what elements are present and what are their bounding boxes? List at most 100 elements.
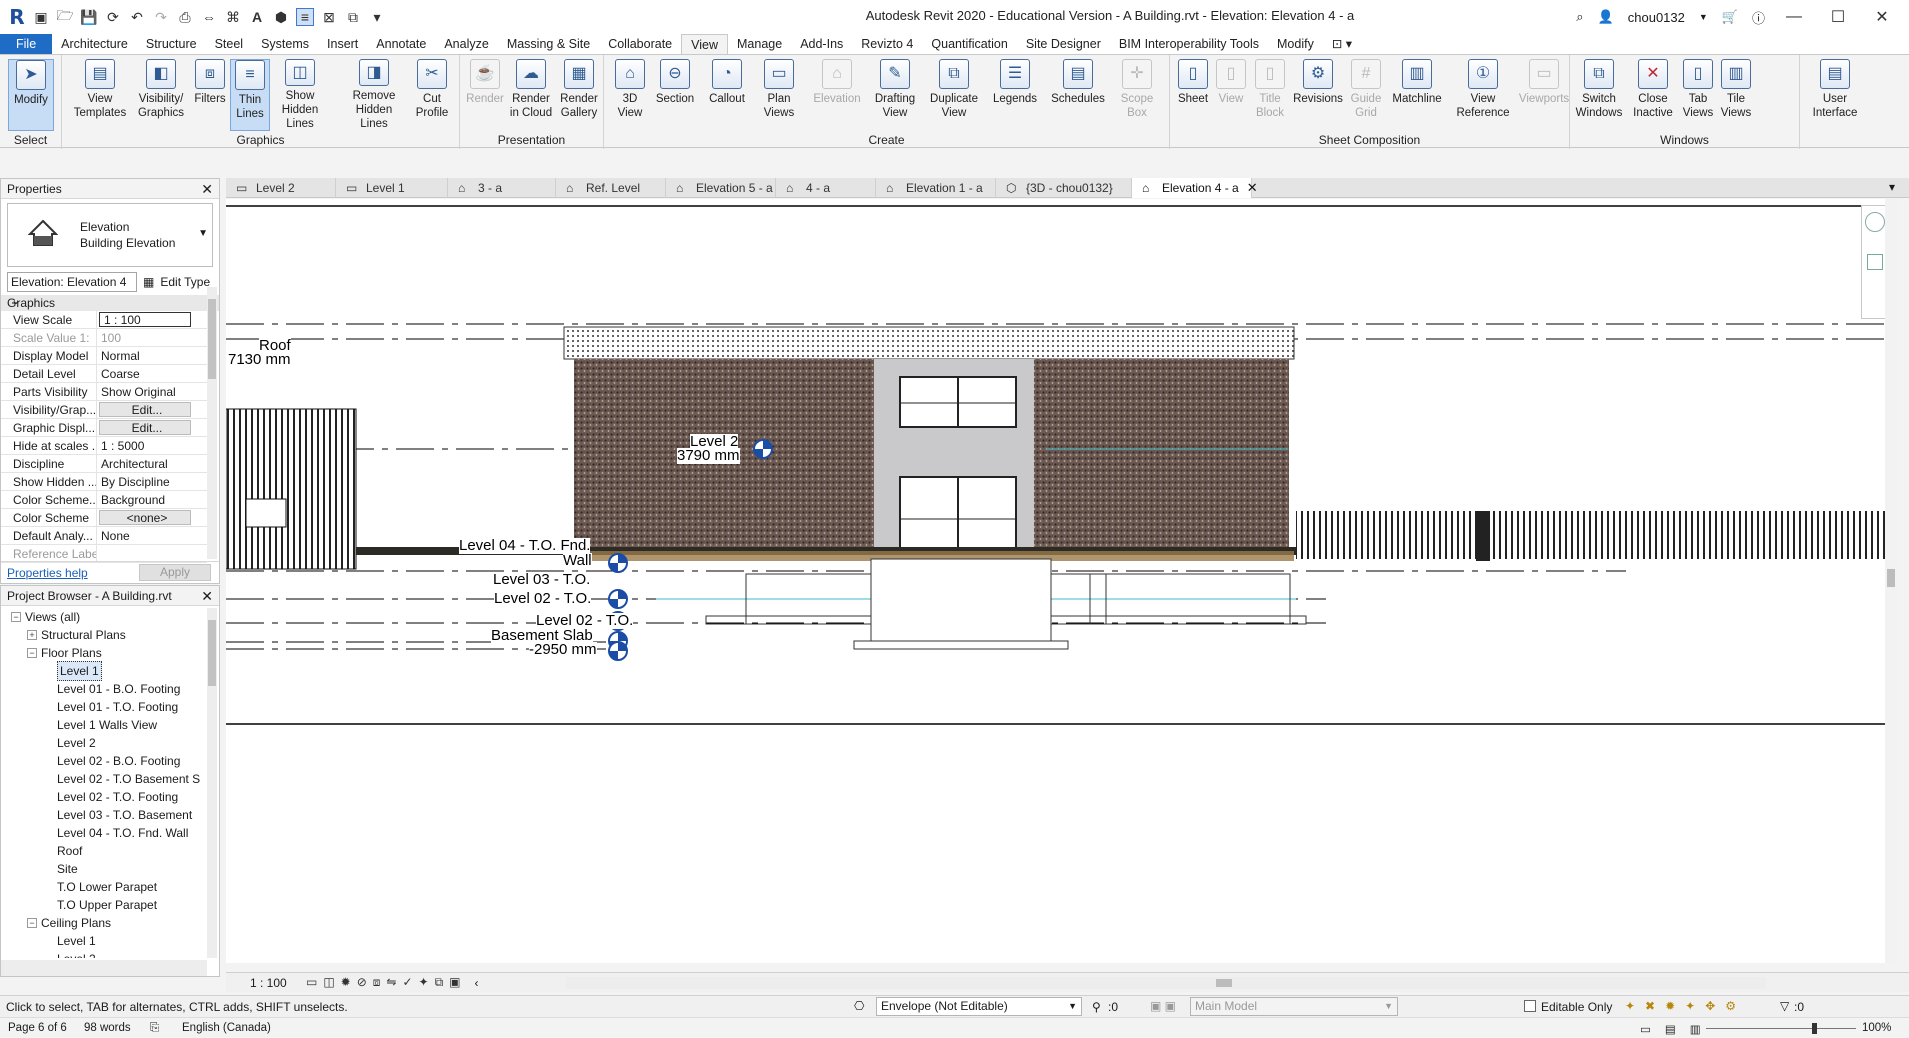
property-row[interactable]: Detail Level Coarse xyxy=(1,365,207,383)
tag-icon[interactable]: ⌘ xyxy=(224,8,242,26)
callout-button[interactable]: ◔ Callout xyxy=(704,59,750,131)
property-row[interactable]: Default Analy... None xyxy=(1,527,207,545)
property-value[interactable]: Show Original xyxy=(97,383,189,400)
close-icon[interactable]: ✕ xyxy=(1247,180,1258,195)
chevron-down-icon[interactable]: ▼ xyxy=(198,228,208,239)
browser-node[interactable]: Level 02 - B.O. Footing xyxy=(1,752,207,770)
view-mode-icons[interactable]: ▭▤▥ xyxy=(1640,1022,1715,1036)
workset-select[interactable]: Envelope (Not Editable) ▼ xyxy=(876,997,1082,1016)
word-count[interactable]: 98 words xyxy=(84,1022,131,1034)
user-name[interactable]: chou0132 xyxy=(1628,10,1685,25)
browser-node[interactable]: Level 01 - T.O. Footing xyxy=(1,698,207,716)
customize-icon[interactable]: ▾ xyxy=(368,8,386,26)
property-row[interactable]: Display Model Normal xyxy=(1,347,207,365)
cut-profile-button[interactable]: ✂ Cut Profile xyxy=(410,59,454,131)
property-value[interactable]: 1 : 5000 xyxy=(97,437,189,454)
user-interface-button[interactable]: ▤ User Interface xyxy=(1808,59,1862,131)
browser-node[interactable]: − Views (all) xyxy=(1,608,207,626)
select-group-label[interactable]: Select xyxy=(0,133,61,147)
visibility-graphics-button[interactable]: ◧ Visibility/ Graphics xyxy=(134,59,188,131)
property-row[interactable]: Color Scheme... Background xyxy=(1,491,207,509)
text-icon[interactable]: A xyxy=(248,8,266,26)
property-value[interactable]: Normal xyxy=(97,347,189,364)
print-icon[interactable]: ⎙ xyxy=(176,8,194,26)
property-row[interactable]: View Scale 1 : 100 xyxy=(1,311,207,329)
tab-analyze[interactable]: Analyze xyxy=(435,34,497,54)
view-tab[interactable]: ⌂ Elevation 5 - a xyxy=(666,178,776,198)
property-row[interactable]: Show Hidden ... By Discipline xyxy=(1,473,207,491)
tabs-menu-icon[interactable]: ▾ xyxy=(1889,180,1895,194)
redo-icon[interactable]: ↷ xyxy=(152,8,170,26)
view-button[interactable]: ▯ View xyxy=(1214,59,1248,131)
tab-architecture[interactable]: Architecture xyxy=(52,34,137,54)
title-block-button[interactable]: ▯ Title Block xyxy=(1250,59,1290,131)
level2-elevation[interactable]: 3790 mm xyxy=(677,448,740,464)
zoom-slider-thumb[interactable] xyxy=(1812,1023,1817,1034)
browser-node[interactable]: Level 04 - T.O. Fnd. Wall xyxy=(1,824,207,842)
open-icon[interactable]: 🗁 xyxy=(56,7,74,26)
help-icon[interactable]: ⓘ xyxy=(1752,8,1765,27)
property-value[interactable]: <none> xyxy=(99,510,191,525)
browser-node[interactable]: Roof xyxy=(1,842,207,860)
design-option-icon[interactable]: ▣ ▣ xyxy=(1150,999,1176,1013)
type-selector[interactable]: Elevation Building Elevation ▼ xyxy=(7,203,213,267)
view-tab[interactable]: ▭ Level 1 xyxy=(336,178,448,198)
browser-node[interactable]: Level 1 Walls View xyxy=(1,716,207,734)
view-tab[interactable]: ⌂ Ref. Level xyxy=(556,178,666,198)
collapse-icon[interactable]: − xyxy=(27,918,37,928)
filters-button[interactable]: ⧈ Filters xyxy=(190,59,230,131)
tab-quantification[interactable]: Quantification xyxy=(922,34,1016,54)
property-value[interactable]: 100 xyxy=(97,329,189,346)
chevron-left-icon[interactable]: ‹ xyxy=(475,976,479,990)
view-tab[interactable]: ⌂ Elevation 1 - a xyxy=(876,178,996,198)
browser-node[interactable]: T.O Upper Parapet xyxy=(1,896,207,914)
render-button[interactable]: ☕ Render xyxy=(464,59,506,131)
property-row[interactable]: Scale Value 1: 100 xyxy=(1,329,207,347)
property-value[interactable]: None xyxy=(97,527,189,544)
steering-wheel-icon[interactable] xyxy=(1865,212,1885,232)
measure-icon[interactable]: ⇔ xyxy=(200,8,218,26)
binoculars-icon[interactable]: ⌕ xyxy=(1576,9,1583,25)
browser-node[interactable]: + Structural Plans xyxy=(1,626,207,644)
browser-node[interactable]: − Ceiling Plans xyxy=(1,914,207,932)
expand-icon[interactable]: + xyxy=(27,630,37,640)
property-row[interactable]: Discipline Architectural xyxy=(1,455,207,473)
property-row[interactable]: Visibility/Grap... Edit... xyxy=(1,401,207,419)
browser-scrollbar[interactable] xyxy=(207,608,217,958)
zoom-icon[interactable] xyxy=(1867,254,1883,270)
close-icon[interactable]: ✕ xyxy=(201,586,213,606)
tab-insert[interactable]: Insert xyxy=(318,34,367,54)
close-icon[interactable]: ✕ xyxy=(201,179,213,199)
design-options-icon[interactable]: ⚲ xyxy=(1092,1000,1101,1014)
tab-bim-interoperability-tools[interactable]: BIM Interoperability Tools xyxy=(1110,34,1268,54)
workset-icon[interactable]: ⎔ xyxy=(854,999,864,1013)
page-indicator[interactable]: Page 6 of 6 xyxy=(8,1022,67,1034)
undo-icon[interactable]: ↶ xyxy=(128,8,146,26)
properties-scroll-thumb[interactable] xyxy=(208,299,216,379)
design-option-select[interactable]: Main Model ▼ xyxy=(1190,997,1398,1016)
revisions-button[interactable]: ⚙ Revisions xyxy=(1292,59,1344,131)
section-button[interactable]: ⊖ Section xyxy=(652,59,698,131)
property-value[interactable]: By Discipline xyxy=(97,473,189,490)
canvas-hscroll-thumb[interactable] xyxy=(1216,979,1232,987)
view-tab[interactable]: ⬡ {3D - chou0132} xyxy=(996,178,1132,198)
browser-node[interactable]: Level 02 - T.O. Footing xyxy=(1,788,207,806)
property-row[interactable]: Color Scheme <none> xyxy=(1,509,207,527)
basement-slab-elevation[interactable]: -2950 mm xyxy=(529,642,597,658)
property-value[interactable]: 1 : 100 xyxy=(99,312,191,327)
guide-grid-button[interactable]: # Guide Grid xyxy=(1346,59,1386,131)
close-button[interactable]: ✕ xyxy=(1867,7,1897,27)
editable-only-checkbox[interactable] xyxy=(1524,1000,1536,1012)
browser-node[interactable]: Level 2 xyxy=(1,950,207,958)
tile-views-button[interactable]: ▥ Tile Views xyxy=(1718,59,1754,131)
tab-revizto-4[interactable]: Revizto 4 xyxy=(852,34,922,54)
3d-view-button[interactable]: ⌂ 3D View xyxy=(610,59,650,131)
view-templates-button[interactable]: ▤ View Templates xyxy=(72,59,128,131)
switch-windows-icon[interactable]: ⧉ xyxy=(344,8,362,26)
tab-manage[interactable]: Manage xyxy=(728,34,791,54)
home-icon[interactable]: ▣ xyxy=(32,8,50,26)
proofing-icon[interactable]: ⎘ xyxy=(150,1022,159,1035)
view-tab[interactable]: ▭ Level 2 xyxy=(226,178,336,198)
plan-views-button[interactable]: ▭ Plan Views xyxy=(756,59,802,131)
canvas-vscroll-thumb[interactable] xyxy=(1887,569,1895,587)
